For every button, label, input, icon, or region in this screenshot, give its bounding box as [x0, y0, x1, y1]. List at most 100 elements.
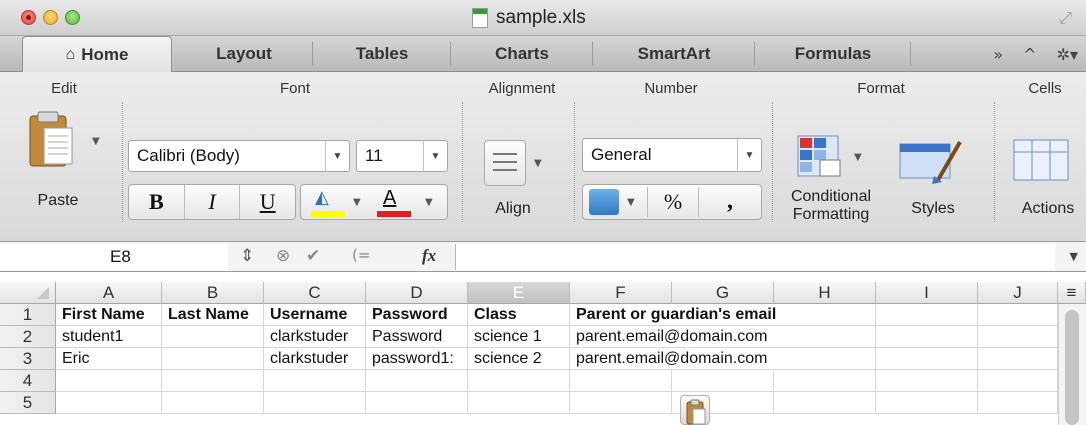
row-header-3[interactable]: 3 [0, 348, 56, 370]
tab-home[interactable]: ⌂ Home [22, 36, 172, 73]
maximize-icon[interactable] [65, 10, 80, 25]
column-header-g[interactable]: G [672, 282, 774, 304]
accounting-format-icon[interactable] [589, 189, 619, 215]
chevron-down-icon[interactable]: ▼ [425, 197, 433, 208]
split-view-icon[interactable]: ≡ [1058, 282, 1086, 304]
cell-d1[interactable]: Password [366, 304, 468, 326]
row-header-1[interactable]: 1 [0, 304, 56, 326]
cell-f3[interactable]: parent.email@domain.com [570, 348, 876, 370]
column-header-f[interactable]: F [570, 282, 672, 304]
tab-tables[interactable]: Tables [316, 36, 448, 72]
confirm-icon[interactable]: ✔ [306, 246, 320, 266]
cell-h5[interactable] [774, 392, 876, 414]
formula-input[interactable] [455, 244, 1055, 270]
cell-b2[interactable] [162, 326, 264, 348]
cell-a1[interactable]: First Name [56, 304, 162, 326]
number-format-select[interactable]: General ▼ [582, 138, 762, 172]
cell-f2[interactable]: parent.email@domain.com [570, 326, 876, 348]
cell-d4[interactable] [366, 370, 468, 392]
cell-j2[interactable] [978, 326, 1058, 348]
column-header-d[interactable]: D [366, 282, 468, 304]
bold-button[interactable]: B [129, 185, 185, 219]
cell-b4[interactable] [162, 370, 264, 392]
column-header-e[interactable]: E [468, 282, 570, 304]
cell-j1[interactable] [978, 304, 1058, 326]
cell-f1[interactable]: Parent or guardian's email [570, 304, 876, 326]
cell-d5[interactable] [366, 392, 468, 414]
row-header-4[interactable]: 4 [0, 370, 56, 392]
font-color-button[interactable]: A [373, 187, 415, 217]
minimize-icon[interactable] [43, 10, 58, 25]
cancel-icon[interactable]: ⊗ [276, 246, 290, 266]
paste-options-button[interactable] [680, 395, 710, 425]
cell-c3[interactable]: clarkstuder [264, 348, 366, 370]
conditional-formatting-button[interactable]: ▼ Conditional Formatting [776, 132, 886, 232]
cell-a5[interactable] [56, 392, 162, 414]
chevron-down-icon[interactable]: ▼ [627, 197, 635, 208]
underline-button[interactable]: U [240, 185, 295, 219]
row-header-2[interactable]: 2 [0, 326, 56, 348]
vertical-scrollbar[interactable] [1058, 304, 1086, 425]
cell-a3[interactable]: Eric [56, 348, 162, 370]
cell-a4[interactable] [56, 370, 162, 392]
comma-button[interactable]: , [701, 185, 759, 217]
more-tabs-icon[interactable]: » [993, 45, 1003, 64]
cell-g4[interactable] [672, 370, 774, 392]
cell-b5[interactable] [162, 392, 264, 414]
cell-i1[interactable] [876, 304, 978, 326]
chevron-down-icon[interactable]: ▼ [1070, 250, 1078, 263]
cell-d2[interactable]: Password [366, 326, 468, 348]
cell-i5[interactable] [876, 392, 978, 414]
cell-a2[interactable]: student1 [56, 326, 162, 348]
column-header-j[interactable]: J [978, 282, 1058, 304]
highlight-color-button[interactable]: ◭ [307, 187, 349, 217]
cell-b3[interactable] [162, 348, 264, 370]
column-header-i[interactable]: I [876, 282, 978, 304]
cell-b1[interactable]: Last Name [162, 304, 264, 326]
column-header-h[interactable]: H [774, 282, 876, 304]
fx-button[interactable]: fx [422, 246, 436, 266]
cell-j3[interactable] [978, 348, 1058, 370]
align-button[interactable]: ▼ Align [478, 138, 568, 228]
cell-e3[interactable]: science 2 [468, 348, 570, 370]
cell-e4[interactable] [468, 370, 570, 392]
tab-formulas[interactable]: Formulas [758, 36, 908, 72]
cell-j4[interactable] [978, 370, 1058, 392]
cell-c2[interactable]: clarkstuder [264, 326, 366, 348]
italic-button[interactable]: I [185, 185, 241, 219]
column-header-c[interactable]: C [264, 282, 366, 304]
tab-smartart[interactable]: SmartArt [596, 36, 752, 72]
tab-charts[interactable]: Charts [454, 36, 590, 72]
cell-i3[interactable] [876, 348, 978, 370]
chevron-down-icon[interactable]: ▼ [353, 197, 361, 208]
paste-button[interactable]: ▼ Paste [18, 106, 114, 226]
cell-c1[interactable]: Username [264, 304, 366, 326]
name-box-stepper-icon[interactable]: ⇕ [240, 246, 254, 266]
select-all-corner[interactable] [0, 282, 56, 304]
paste-dropdown-icon[interactable]: ▼ [92, 136, 100, 147]
cell-e5[interactable] [468, 392, 570, 414]
cell-e1[interactable]: Class [468, 304, 570, 326]
cell-h4[interactable] [774, 370, 876, 392]
styles-button[interactable]: Styles [890, 132, 986, 232]
column-header-b[interactable]: B [162, 282, 264, 304]
cell-f4[interactable] [570, 370, 672, 392]
cell-j5[interactable] [978, 392, 1058, 414]
gear-icon[interactable]: ✲▾ [1057, 45, 1078, 64]
function-wizard-toggle-icon[interactable]: (= [352, 246, 370, 264]
column-header-a[interactable]: A [56, 282, 162, 304]
cell-c4[interactable] [264, 370, 366, 392]
row-header-5[interactable]: 5 [0, 392, 56, 414]
tab-layout[interactable]: Layout [178, 36, 310, 72]
close-icon[interactable] [21, 10, 36, 25]
scrollbar-thumb[interactable] [1065, 310, 1079, 425]
font-name-select[interactable]: Calibri (Body) ▼ [128, 140, 350, 172]
cell-i2[interactable] [876, 326, 978, 348]
collapse-ribbon-icon[interactable]: ^ [1023, 45, 1036, 64]
actions-button[interactable]: Actions [1002, 132, 1086, 232]
cell-c5[interactable] [264, 392, 366, 414]
fullscreen-icon[interactable]: ⤢ [1059, 8, 1072, 28]
font-size-select[interactable]: 11 ▼ [356, 140, 448, 172]
cell-i4[interactable] [876, 370, 978, 392]
cell-d3[interactable]: password1: [366, 348, 468, 370]
